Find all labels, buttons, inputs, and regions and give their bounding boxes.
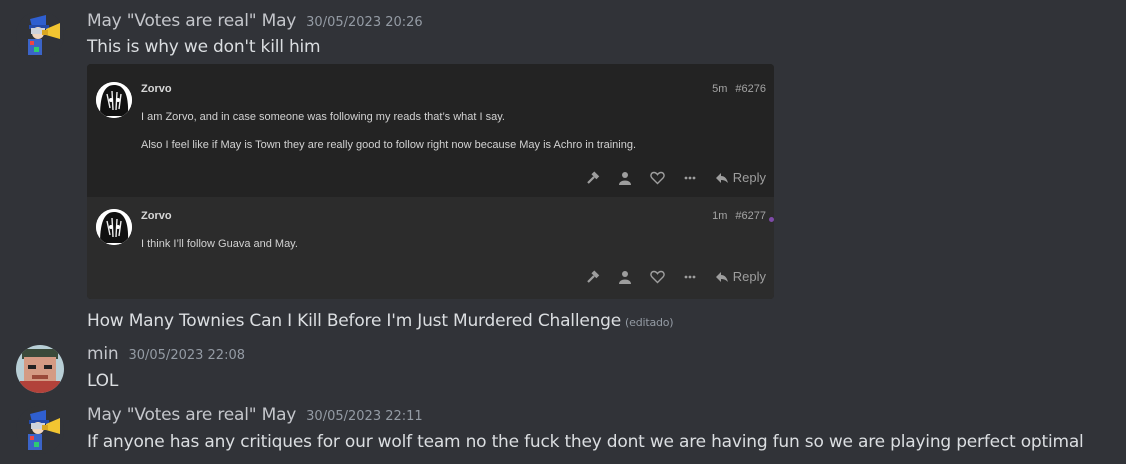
post-author: Zorvo [141, 210, 172, 222]
reply-button: Reply [715, 170, 766, 185]
mayor-megaphone-avatar[interactable] [16, 406, 64, 454]
reply-label: Reply [732, 170, 766, 185]
more-icon [683, 270, 697, 284]
reply-button: Reply [715, 269, 766, 284]
post-age: 1m [712, 210, 728, 222]
post-number: #6276 [735, 83, 766, 95]
author-line: May "Votes are real" May 30/05/2023 20:2… [87, 11, 423, 31]
post-meta: 5m #6276 [704, 83, 766, 95]
author-line: May "Votes are real" May 30/05/2023 22:1… [87, 405, 423, 425]
heart-icon [650, 171, 665, 185]
message-group: May "Votes are real" May 30/05/2023 22:1… [0, 400, 1126, 464]
pixel-face-avatar[interactable] [16, 345, 64, 393]
message-timestamp: 30/05/2023 22:11 [306, 409, 423, 424]
attached-image[interactable]: Zorvo 5m #6276 I am Zorvo, and in case so… [87, 64, 774, 299]
author-name[interactable]: May "Votes are real" May [87, 11, 296, 31]
author-name[interactable]: May "Votes are real" May [87, 405, 296, 425]
author-name[interactable]: min [87, 344, 119, 364]
edited-label: (editado) [625, 316, 674, 329]
hammer-icon [586, 170, 600, 185]
post-meta: 1m #6277 [704, 210, 766, 222]
post-author: Zorvo [141, 83, 172, 95]
message-text: How Many Townies Can I Kill Before I'm J… [87, 311, 674, 331]
forum-post: Zorvo 5m #6276 I am Zorvo, and in case so… [87, 64, 774, 197]
more-icon [683, 171, 697, 185]
author-line: min 30/05/2023 22:08 [87, 344, 245, 364]
post-line: I think I’ll follow Guava and May. [141, 238, 298, 250]
message-group: min 30/05/2023 22:08 LOL [0, 340, 1126, 400]
post-actions: Reply [568, 269, 766, 284]
user-icon [618, 171, 632, 185]
post-line: Also I feel like if May is Town they are… [141, 139, 637, 151]
post-number: #6277 [735, 210, 766, 222]
message-text: This is why we don't kill him [87, 37, 321, 57]
post-age: 5m [712, 83, 728, 95]
hammer-icon [586, 269, 600, 284]
post-actions: Reply [568, 170, 766, 185]
message-body: How Many Townies Can I Kill Before I'm J… [87, 311, 622, 331]
reply-icon [715, 271, 728, 282]
user-icon [618, 270, 632, 284]
reply-icon [715, 172, 728, 183]
message-text: If anyone has any critiques for our wolf… [87, 432, 1084, 452]
message-timestamp: 30/05/2023 20:26 [306, 15, 423, 30]
message-timestamp: 30/05/2023 22:08 [128, 348, 245, 363]
heart-icon [650, 270, 665, 284]
post-line: I am Zorvo, and in case someone was foll… [141, 111, 505, 123]
mayor-megaphone-avatar[interactable] [16, 11, 64, 59]
post-avatar [96, 82, 132, 118]
reply-label: Reply [732, 269, 766, 284]
message-group: May "Votes are real" May 30/05/2023 20:2… [0, 0, 1126, 300]
message-text: LOL [87, 371, 119, 391]
post-avatar [96, 209, 132, 245]
unread-dot [769, 217, 774, 222]
forum-post: Zorvo 1m #6277 I think I’ll follow Guava … [87, 197, 774, 299]
